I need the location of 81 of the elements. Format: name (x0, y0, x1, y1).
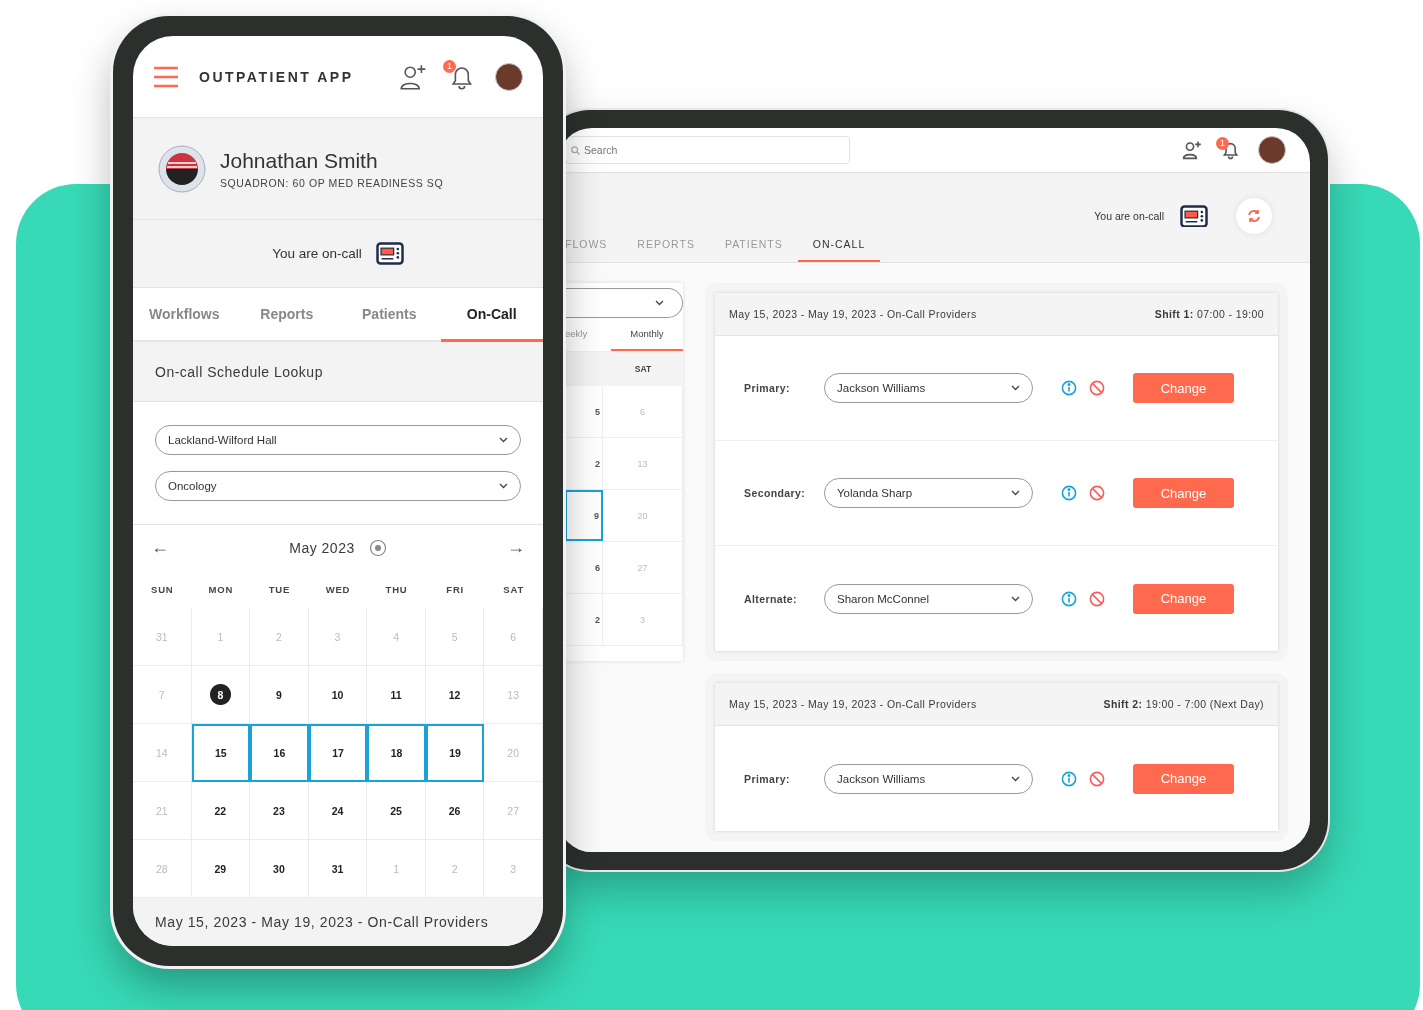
calendar-day[interactable]: 19 (425, 724, 485, 782)
calendar-day[interactable]: 22 (191, 782, 251, 840)
calendar-day[interactable]: 17 (308, 724, 368, 782)
block-icon[interactable] (1089, 380, 1105, 396)
dropdown[interactable]: Sharon McConnel (824, 583, 1033, 614)
info-icon[interactable] (1061, 380, 1077, 396)
info-icon[interactable] (1061, 770, 1077, 787)
nav-tab[interactable]: Patients (338, 288, 441, 342)
squadron-emblem-icon (158, 144, 206, 193)
weekday-label: SUN (150, 583, 175, 595)
role-label: Primary: (744, 772, 791, 785)
section-title: On-call Schedule Lookup (133, 342, 543, 402)
pager-icon (1180, 204, 1208, 228)
month-label: May 2023 (289, 539, 355, 556)
shift-time: Shift 1: 07:00 - 19:00 (1154, 308, 1264, 320)
dropdown[interactable]: Jackson Williams (824, 763, 1033, 794)
user-name: Johnathan Smith (220, 148, 379, 173)
search-field[interactable]: Search (565, 136, 850, 164)
block-icon[interactable] (1089, 770, 1105, 787)
avatar[interactable] (495, 62, 523, 91)
calendar-day[interactable]: 24 (308, 782, 368, 840)
info-icon[interactable] (1061, 590, 1077, 607)
weekday-label: FRI (445, 583, 465, 595)
on-call-status: You are on-call (272, 246, 362, 261)
calendar-day[interactable]: 10 (308, 666, 368, 724)
chevron-down-icon (499, 437, 508, 443)
block-icon[interactable] (1089, 485, 1105, 501)
notification-bell-icon[interactable] (1220, 140, 1240, 160)
weekday-label: SAT (633, 364, 653, 374)
calendar-day[interactable]: 26 (425, 782, 485, 840)
avatar[interactable] (1258, 136, 1286, 164)
chevron-down-icon (655, 300, 664, 306)
weekday-label: TUE (267, 583, 292, 595)
calendar-day[interactable]: 8 (191, 666, 251, 724)
role-label: Secondary: (744, 487, 807, 499)
dropdown[interactable]: Lackland-Wilford Hall (155, 425, 521, 455)
dropdown[interactable]: Yolanda Sharp (824, 478, 1033, 508)
pager-icon (375, 242, 404, 265)
role-label: Primary: (744, 382, 791, 394)
chevron-down-icon (1011, 775, 1020, 782)
search-icon (571, 146, 580, 155)
add-user-icon[interactable] (1182, 140, 1202, 160)
weekday-label: SAT (502, 583, 526, 595)
on-call-status: You are on-call (1094, 210, 1164, 222)
refresh-button[interactable] (1236, 198, 1272, 234)
notification-badge: 1 (1216, 137, 1229, 150)
weekday-label: THU (384, 583, 409, 595)
next-month-button[interactable]: → (507, 537, 525, 558)
role-label: Alternate: (744, 592, 798, 605)
weekday-label: MON (207, 583, 235, 595)
today-button-icon[interactable] (368, 538, 387, 557)
calendar-day[interactable]: 9 (250, 666, 309, 724)
calendar-day[interactable]: 25 (367, 782, 426, 840)
calendar-day[interactable]: 12 (425, 666, 485, 724)
nav-tab[interactable]: Workflows (133, 288, 236, 342)
chevron-down-icon (499, 483, 508, 489)
menu-icon[interactable] (153, 65, 179, 88)
notification-badge: 1 (443, 59, 456, 73)
dropdown[interactable]: Jackson Williams (824, 373, 1033, 403)
info-icon[interactable] (1061, 485, 1077, 501)
section-title: May 15, 2023 - May 19, 2023 - On-Call Providers (133, 898, 543, 946)
calendar-day[interactable]: 18 (367, 724, 426, 782)
chevron-down-icon (1011, 595, 1020, 602)
app-title: OUTPATIENT APP (199, 68, 355, 85)
calendar-day[interactable]: 15 (191, 724, 251, 782)
calendar-day[interactable]: 11 (367, 666, 426, 724)
calendar-day[interactable]: 23 (250, 782, 309, 840)
add-user-icon[interactable] (399, 62, 427, 91)
block-icon[interactable] (1089, 590, 1105, 607)
dropdown[interactable]: Oncology (155, 471, 521, 501)
chevron-down-icon (1011, 490, 1020, 496)
chevron-down-icon (1011, 385, 1020, 391)
shift-time: Shift 2: 19:00 - 7:00 (Next Day) (1103, 698, 1264, 710)
schedule-title: May 15, 2023 - May 19, 2023 - On-Call Providers (729, 698, 977, 710)
calendar-day[interactable]: 16 (250, 724, 309, 782)
squadron-label: SQUADRON: 60 OP MED READINESS SQ (220, 176, 444, 189)
nav-tab[interactable]: Reports (235, 288, 338, 342)
refresh-icon (1246, 208, 1262, 224)
weekday-label: WED (324, 583, 352, 595)
schedule-title: May 15, 2023 - May 19, 2023 - On-Call Providers (729, 308, 977, 320)
previous-month-button[interactable]: ← (151, 537, 169, 558)
